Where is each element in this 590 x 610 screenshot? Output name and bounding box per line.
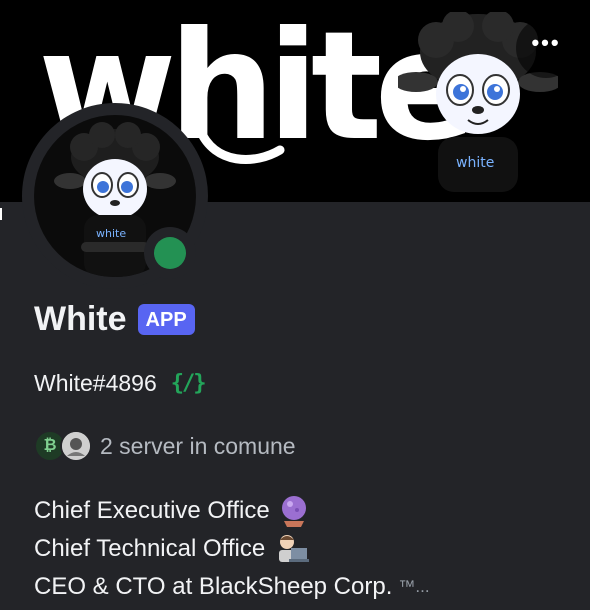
slash-command-icon[interactable]: {/} [171, 371, 207, 396]
online-status-indicator [154, 237, 186, 269]
username-row: White#4896 {/} [34, 370, 207, 397]
server-icon-manga [60, 430, 92, 462]
technologist-icon [279, 535, 310, 562]
bio-line-2: Chief Technical Office [34, 530, 430, 568]
name-row: White APP [34, 300, 195, 339]
bio: Chief Executive Office Chief Technical O… [34, 492, 430, 606]
svg-text:white: white [456, 155, 494, 171]
crystal-ball-icon [281, 496, 306, 527]
display-name: White [34, 300, 127, 338]
svg-text:white: white [96, 227, 126, 240]
trademark-ellipsis: ™... [398, 577, 430, 596]
app-badge: APP [137, 304, 195, 335]
more-options-button[interactable]: ••• [516, 18, 576, 78]
bio-line-1: Chief Executive Office [34, 492, 430, 530]
banner-swoosh [195, 125, 285, 164]
mutual-servers-text: 2 server in comune [100, 432, 296, 459]
bio-line-3: CEO & CTO at BlackSheep Corp. ™... [34, 568, 430, 606]
edge-marker [0, 208, 2, 220]
mutual-servers-link[interactable]: ₿ 2 server in comune [34, 430, 296, 462]
username: White#4896 [34, 370, 157, 396]
